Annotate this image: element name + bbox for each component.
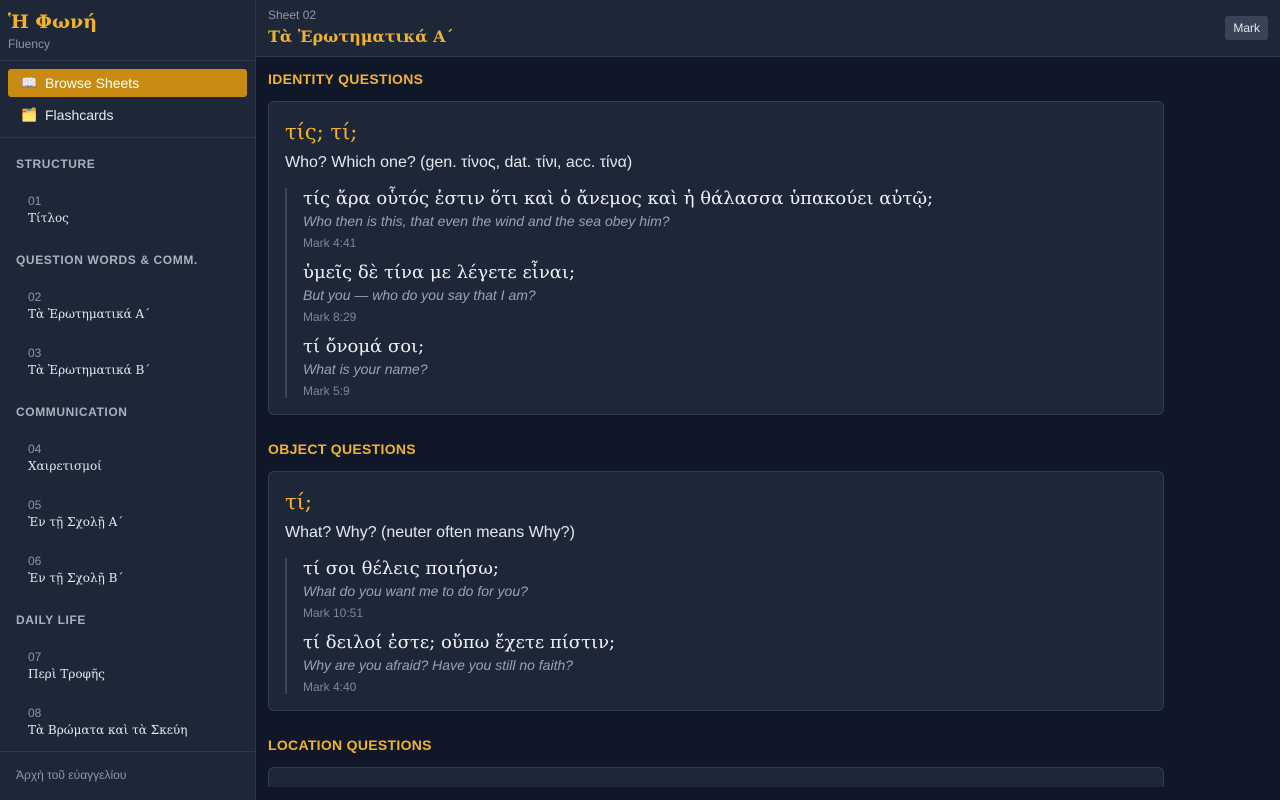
sheet-name: Τὰ Βρώματα καὶ τὰ Σκεύη bbox=[28, 723, 188, 737]
sheet-name: Ἐν τῇ Σχολῇ Β´ bbox=[28, 571, 124, 585]
sheet-number: 08 bbox=[28, 706, 42, 720]
group-heading: IDENTITY QUESTIONS bbox=[268, 71, 424, 87]
book-icon: 📖 bbox=[21, 75, 38, 90]
page-title: Τὰ Ἐρωτηματικά Α´ bbox=[268, 27, 454, 46]
sheet-name: Ἐν τῇ Σχολῇ Α´ bbox=[28, 515, 124, 529]
example-reference: Mark 4:40 bbox=[303, 680, 357, 694]
nav-label: Browse Sheets bbox=[45, 75, 140, 91]
vocab-gloss: Who? Which one? (gen. τίνος, dat. τίνι, … bbox=[285, 154, 633, 171]
example-greek: ὑμεῖς δὲ τίνα με λέγετε εἶναι; bbox=[303, 262, 576, 283]
vocab-gloss: What? Why? (neuter often means Why?) bbox=[285, 524, 575, 541]
example-reference: Mark 4:41 bbox=[303, 236, 357, 250]
sheet-name: Περὶ Τροφῆς bbox=[28, 667, 105, 681]
example-translation: What is your name? bbox=[303, 361, 428, 377]
example-translation: Why are you afraid? Have you still no fa… bbox=[303, 657, 574, 673]
group-heading: LOCATION QUESTIONS bbox=[268, 737, 432, 753]
card-index-icon: 🗂️ bbox=[21, 107, 38, 122]
example-item: τί σοι θέλεις ποιήσω; What do you want m… bbox=[303, 558, 1147, 620]
sheet-name: Τὰ Ἐρωτηματικά Β´ bbox=[28, 363, 151, 377]
sheet-content[interactable]: IDENTITY QUESTIONS τίς; τί; Who? Which o… bbox=[256, 57, 1280, 800]
topbar: Sheet 02 Τὰ Ἐρωτηματικά Α´ Mark bbox=[256, 0, 1280, 57]
main-panel: Sheet 02 Τὰ Ἐρωτηματικά Α´ Mark IDENTITY… bbox=[256, 0, 1280, 800]
example-reference: Mark 10:51 bbox=[303, 606, 364, 620]
sheet-number: 05 bbox=[28, 498, 42, 512]
section-heading: STRUCTURE bbox=[16, 157, 96, 171]
example-reference: Mark 8:29 bbox=[303, 310, 357, 324]
sheet-kicker: Sheet 02 bbox=[268, 8, 317, 22]
nav-flashcards[interactable]: 🗂️ Flashcards bbox=[8, 101, 247, 129]
app-root: Ἡ Φωνή Fluency 📖 Browse Sheets 🗂️ Flashc… bbox=[0, 0, 1280, 800]
example-item: τί ὄνομά σοι; What is your name? Mark 5:… bbox=[303, 336, 1147, 398]
example-greek: τί δειλοί ἐστε; οὔπω ἔχετε πίστιν; bbox=[303, 632, 616, 653]
example-translation: What do you want me to do for you? bbox=[303, 583, 528, 599]
example-greek: τί ὄνομά σοι; bbox=[303, 336, 425, 357]
brand: Ἡ Φωνή Fluency bbox=[0, 0, 255, 61]
example-reference: Mark 5:9 bbox=[303, 384, 350, 398]
group-heading: OBJECT QUESTIONS bbox=[268, 441, 416, 457]
sheet-link-02[interactable]: 02 Τὰ Ἐρωτηματικά Α´ bbox=[0, 282, 255, 338]
example-list: τίς ἄρα οὗτός ἐστιν ὅτι καὶ ὁ ἄνεμος καὶ… bbox=[285, 188, 1147, 398]
example-greek: τί σοι θέλεις ποιήσω; bbox=[303, 558, 499, 579]
sidebar: Ἡ Φωνή Fluency 📖 Browse Sheets 🗂️ Flashc… bbox=[0, 0, 256, 800]
section-heading: QUESTION WORDS & COMM. bbox=[16, 253, 198, 267]
sheet-link-08[interactable]: 08 Τὰ Βρώματα καὶ τὰ Σκεύη bbox=[0, 698, 255, 751]
mark-button[interactable]: Mark bbox=[1225, 16, 1268, 40]
sheet-number: 01 bbox=[28, 194, 42, 208]
sheet-number: 04 bbox=[28, 442, 42, 456]
sheet-link-06[interactable]: 06 Ἐν τῇ Σχολῇ Β´ bbox=[0, 546, 255, 602]
sheet-link-04[interactable]: 04 Χαιρετισμοί bbox=[0, 434, 255, 490]
sheet-number: 03 bbox=[28, 346, 42, 360]
sheet-link-01[interactable]: 01 Τίτλος bbox=[0, 186, 255, 242]
vocab-card: τίς; τί; Who? Which one? (gen. τίνος, da… bbox=[268, 101, 1164, 415]
section-heading: COMMUNICATION bbox=[16, 405, 128, 419]
sheet-name: Τὰ Ἐρωτηματικά Α´ bbox=[28, 307, 151, 321]
section-heading: DAILY LIFE bbox=[16, 613, 87, 627]
example-translation: Who then is this, that even the wind and… bbox=[303, 213, 670, 229]
sheet-sections: STRUCTURE 01 Τίτλος QUESTION WORDS & COM… bbox=[0, 138, 255, 751]
sheet-link-07[interactable]: 07 Περὶ Τροφῆς bbox=[0, 642, 255, 698]
vocab-word: τίς; τί; bbox=[285, 120, 358, 144]
vocab-card bbox=[268, 767, 1164, 787]
nav-browse-sheets[interactable]: 📖 Browse Sheets bbox=[8, 69, 247, 97]
example-item: τίς ἄρα οὗτός ἐστιν ὅτι καὶ ὁ ἄνεμος καὶ… bbox=[303, 188, 1147, 250]
vocab-card: τί; What? Why? (neuter often means Why?)… bbox=[268, 471, 1164, 711]
nav-label: Flashcards bbox=[45, 107, 114, 123]
example-greek: τίς ἄρα οὗτός ἐστιν ὅτι καὶ ὁ ἄνεμος καὶ… bbox=[303, 188, 934, 209]
sheet-number: 06 bbox=[28, 554, 42, 568]
sheet-name: Τίτλος bbox=[28, 211, 69, 225]
brand-subtitle: Fluency bbox=[8, 37, 51, 51]
sidebar-footer: Ἀρχὴ τοῦ εὐαγγελίου bbox=[0, 751, 255, 800]
example-item: τί δειλοί ἐστε; οὔπω ἔχετε πίστιν; Why a… bbox=[303, 632, 1147, 694]
sheet-number: 02 bbox=[28, 290, 42, 304]
example-list: τί σοι θέλεις ποιήσω; What do you want m… bbox=[285, 558, 1147, 694]
example-item: ὑμεῖς δὲ τίνα με λέγετε εἶναι; But you —… bbox=[303, 262, 1147, 324]
sheet-link-05[interactable]: 05 Ἐν τῇ Σχολῇ Α´ bbox=[0, 490, 255, 546]
example-translation: But you — who do you say that I am? bbox=[303, 287, 536, 303]
sheet-number: 07 bbox=[28, 650, 42, 664]
brand-title: Ἡ Φωνή bbox=[8, 11, 98, 33]
sheet-name: Χαιρετισμοί bbox=[28, 459, 102, 473]
vocab-word: τί; bbox=[285, 490, 312, 514]
sheet-link-03[interactable]: 03 Τὰ Ἐρωτηματικά Β´ bbox=[0, 338, 255, 394]
main-nav: 📖 Browse Sheets 🗂️ Flashcards bbox=[0, 61, 255, 138]
